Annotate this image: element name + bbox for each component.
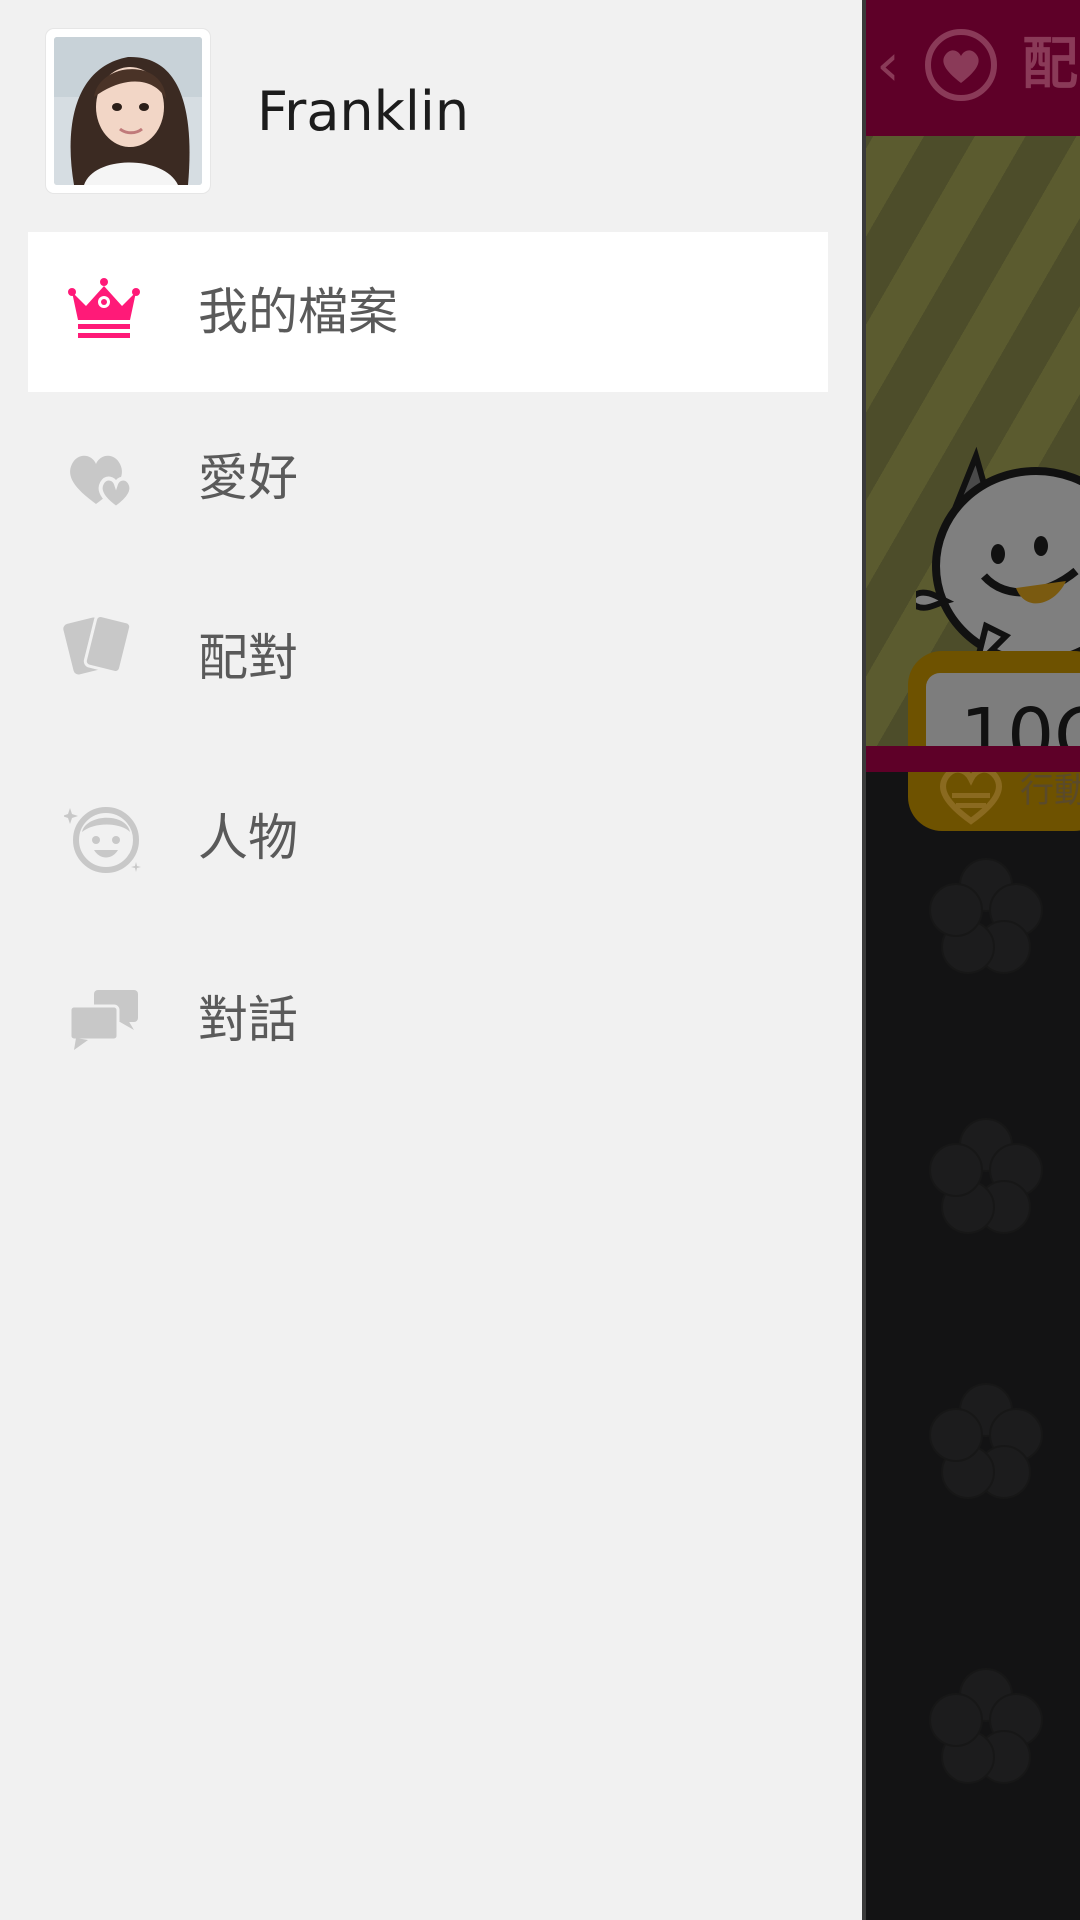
- banner: 10C 行動: [866, 136, 1080, 831]
- content-title: 配: [1022, 32, 1078, 97]
- chevron-left-icon[interactable]: ‹: [876, 30, 900, 100]
- menu-item-my-profile[interactable]: 我的檔案: [28, 232, 828, 392]
- clover-icon: [929, 858, 1043, 974]
- menu-item-label: 愛好: [198, 449, 298, 507]
- menu-item-hobbies[interactable]: 愛好: [28, 398, 828, 558]
- clover-icon: [929, 1668, 1043, 1784]
- menu-item-label: 對話: [198, 991, 298, 1049]
- menu-item-label: 配對: [198, 629, 298, 687]
- chat-bubbles-icon: [68, 990, 138, 1050]
- clover-icon: [929, 1118, 1043, 1234]
- menu-item-matching[interactable]: 配對: [28, 578, 828, 738]
- drawer-menu: 我的檔案 愛好 配對 人物 對話: [0, 0, 862, 1920]
- heart-circle-icon: [925, 29, 997, 101]
- menu-item-people[interactable]: 人物: [28, 758, 828, 918]
- mascot-icon: [916, 446, 1080, 676]
- counter-label: 行動: [1020, 771, 1080, 811]
- counter-panel: 10C 行動: [908, 651, 1080, 831]
- clover-icon: [929, 1383, 1043, 1499]
- background-content: ‹ 配 10C: [866, 0, 1080, 1920]
- cards-icon: [63, 613, 133, 675]
- hearts-icon: [70, 455, 134, 511]
- drawer-edge: [862, 0, 866, 1920]
- content-topbar: ‹ 配: [866, 0, 1080, 136]
- app-screen: ‹ 配 10C: [0, 0, 1080, 1920]
- navigation-drawer: Franklin 我的檔案 愛好 配對 人物 對話: [0, 0, 862, 1920]
- banner-divider: [866, 746, 1080, 772]
- menu-item-label: 我的檔案: [198, 283, 398, 341]
- menu-item-chat[interactable]: 對話: [28, 940, 828, 1100]
- smiley-face-icon: [64, 807, 141, 873]
- menu-item-label: 人物: [198, 809, 298, 867]
- crown-icon: [68, 278, 140, 338]
